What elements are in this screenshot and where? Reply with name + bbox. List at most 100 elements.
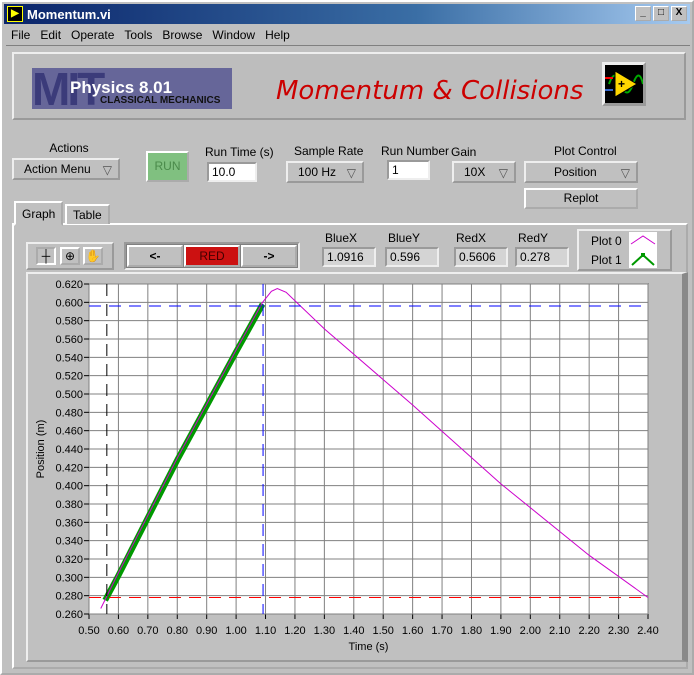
redx-value: 0.5606 xyxy=(454,247,508,267)
plot-control-value: Position xyxy=(554,165,597,179)
bluey-value: 0.596 xyxy=(385,247,439,267)
actions-value: Action Menu xyxy=(24,162,91,176)
legend-swatches xyxy=(629,232,657,268)
gain-ring[interactable]: 10X ▽ xyxy=(452,161,516,183)
minimize-button[interactable]: _ xyxy=(635,6,651,21)
menu-file[interactable]: File xyxy=(6,26,35,45)
run-number-input[interactable]: 1 xyxy=(387,160,430,180)
x-tick-label: 1.50 xyxy=(372,625,393,637)
sample-rate-label: Sample Rate xyxy=(294,144,364,158)
tab-graph[interactable]: Graph xyxy=(14,201,64,226)
y-tick-label: 0.600 xyxy=(55,297,83,309)
sample-rate-value: 100 Hz xyxy=(298,165,337,179)
gain-label: Gain xyxy=(451,145,477,159)
x-tick-label: 1.40 xyxy=(343,625,364,637)
y-axis-label: Position (m) xyxy=(35,420,47,479)
menu-operate[interactable]: Operate xyxy=(66,26,119,45)
window: ▶ Momentum.vi _ □ X File Edit Operate To… xyxy=(0,0,694,675)
logo-subtitle: CLASSICAL MECHANICS xyxy=(100,95,221,106)
run-time-input[interactable]: 10.0 xyxy=(207,162,257,182)
dropdown-arrow-icon: ▽ xyxy=(620,166,630,180)
x-tick-label: 0.60 xyxy=(108,625,129,637)
menu-window[interactable]: Window xyxy=(207,26,260,45)
y-tick-label: 0.540 xyxy=(55,352,83,364)
y-tick-label: 0.440 xyxy=(55,444,83,456)
plot-control-label: Plot Control xyxy=(554,144,617,158)
redy-value: 0.278 xyxy=(515,247,569,267)
run-button[interactable]: RUN xyxy=(146,151,189,182)
y-tick-label: 0.500 xyxy=(55,389,83,401)
redx-label: RedX xyxy=(456,231,487,245)
x-tick-label: 1.80 xyxy=(461,625,482,637)
active-cursor-button[interactable]: RED xyxy=(184,245,240,267)
x-tick-label: 2.30 xyxy=(608,625,629,637)
chart-svg[interactable]: 0.50 0.60 0.70 0.80 0.90 1.00 1.10 1.20 1.30 1.40… xyxy=(28,274,682,660)
x-tick-label: 1.00 xyxy=(225,625,246,637)
close-button[interactable]: X xyxy=(671,6,687,21)
cursor-prev-button[interactable]: <- xyxy=(127,245,183,267)
y-tick-label: 0.580 xyxy=(55,316,83,328)
bluex-value: 1.0916 xyxy=(322,247,376,267)
y-tick-label: 0.400 xyxy=(55,481,83,493)
sample-rate-ring[interactable]: 100 Hz ▽ xyxy=(286,161,364,183)
x-tick-label: 2.20 xyxy=(578,625,599,637)
x-tick-label: 1.10 xyxy=(255,625,276,637)
actions-label: Actions xyxy=(49,141,89,155)
mit-physics-logo: MIT Physics 8.01 CLASSICAL MECHANICS xyxy=(32,63,232,115)
tab-table[interactable]: Table xyxy=(65,204,110,224)
banner-title: Momentum & Collisions xyxy=(276,76,584,106)
y-tick-label: 0.340 xyxy=(55,536,83,548)
title-bar: ▶ Momentum.vi _ □ X xyxy=(4,4,690,24)
y-tick-label: 0.480 xyxy=(55,407,83,419)
labview-vi-icon: + xyxy=(602,62,646,106)
labview-app-icon: ▶ xyxy=(7,6,23,22)
legend-plot1-marker xyxy=(641,253,645,257)
menu-tools[interactable]: Tools xyxy=(119,26,157,45)
maximize-button[interactable]: □ xyxy=(653,6,669,21)
pan-hand-icon[interactable]: ✋ xyxy=(83,247,103,265)
cursor-tool-icon[interactable]: ┼ xyxy=(36,247,56,265)
x-tick-label: 2.10 xyxy=(549,625,570,637)
x-tick-label: 0.80 xyxy=(167,625,188,637)
zoom-tool-icon[interactable]: ⊕ xyxy=(60,247,80,265)
y-tick-label: 0.460 xyxy=(55,426,83,438)
bluey-label: BlueY xyxy=(388,231,421,245)
replot-button[interactable]: Replot xyxy=(524,188,638,209)
y-tick-label: 0.380 xyxy=(55,499,83,511)
dropdown-arrow-icon: ▽ xyxy=(346,166,356,180)
menu-bar: File Edit Operate Tools Browse Window He… xyxy=(6,26,690,46)
actions-ring[interactable]: Action Menu ▽ xyxy=(12,158,120,180)
y-tick-label: 0.560 xyxy=(55,334,83,346)
x-tick-label: 1.30 xyxy=(314,625,335,637)
gain-value: 10X xyxy=(464,165,486,179)
y-tick-label: 0.360 xyxy=(55,517,83,529)
bluex-label: BlueX xyxy=(325,231,358,245)
x-tick-label: 2.00 xyxy=(520,625,541,637)
graph-palette: ┼ ⊕ ✋ xyxy=(26,242,114,270)
x-tick-label: 2.40 xyxy=(637,625,658,637)
menu-help[interactable]: Help xyxy=(260,26,295,45)
y-tick-label: 0.620 xyxy=(55,279,83,291)
x-tick-label: 1.90 xyxy=(490,625,511,637)
legend-plot1-label: Plot 1 xyxy=(591,253,622,267)
y-tick-label: 0.520 xyxy=(55,371,83,383)
x-tick-label: 0.50 xyxy=(78,625,99,637)
cursor-control: <- RED -> xyxy=(124,242,300,270)
dropdown-arrow-icon: ▽ xyxy=(498,166,508,180)
run-number-label: Run Number xyxy=(381,144,450,158)
menu-edit[interactable]: Edit xyxy=(35,26,66,45)
run-time-label: Run Time (s) xyxy=(205,145,274,159)
dropdown-arrow-icon: ▽ xyxy=(102,163,112,177)
x-tick-label: 1.20 xyxy=(284,625,305,637)
legend-plot0-label: Plot 0 xyxy=(591,234,622,248)
window-title: Momentum.vi xyxy=(27,6,111,22)
x-tick-label: 1.60 xyxy=(402,625,423,637)
menu-browse[interactable]: Browse xyxy=(157,26,207,45)
y-tick-label: 0.280 xyxy=(55,591,83,603)
y-tick-label: 0.320 xyxy=(55,554,83,566)
redy-label: RedY xyxy=(518,231,549,245)
position-graph: 0.50 0.60 0.70 0.80 0.90 1.00 1.10 1.20 1.30 1.40… xyxy=(26,272,688,662)
plot-control-ring[interactable]: Position ▽ xyxy=(524,161,638,183)
cursor-next-button[interactable]: -> xyxy=(241,245,297,267)
x-axis-label: Time (s) xyxy=(349,641,389,653)
